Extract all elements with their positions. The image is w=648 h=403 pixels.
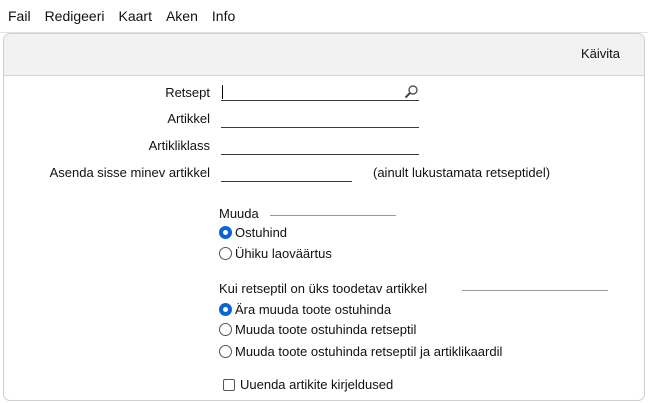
single-option-change-recipe[interactable]: Muuda toote ostuhinda retseptil — [219, 322, 416, 337]
search-icon[interactable] — [403, 84, 419, 100]
item-class-field[interactable] — [221, 138, 419, 155]
group-divider — [462, 290, 608, 291]
menu-bar: Fail Redigeeri Kaart Aken Info — [0, 0, 648, 33]
radio-icon — [219, 345, 232, 358]
single-item-group-title: Kui retseptil on üks toodetav artikkel — [219, 281, 428, 296]
replace-item-label: Asenda sisse minev artikkel — [49, 165, 210, 180]
checkbox-icon — [223, 378, 235, 391]
toolbar: Käivita — [4, 34, 644, 76]
text-caret — [222, 85, 223, 99]
item-label: Artikkel — [167, 111, 210, 126]
menu-edit[interactable]: Redigeeri — [38, 8, 112, 24]
single-option-change-recipe-and-card[interactable]: Muuda toote ostuhinda retseptil ja artik… — [219, 344, 502, 359]
recipe-field[interactable] — [221, 84, 419, 101]
menu-card[interactable]: Kaart — [112, 8, 159, 24]
recipe-label: Retsept — [165, 85, 210, 100]
radio-selected-icon — [219, 303, 232, 316]
change-option-unit-stock-value[interactable]: Ühiku laoväärtus — [219, 246, 332, 261]
item-class-label: Artikliklass — [148, 138, 210, 153]
group-divider — [270, 215, 396, 216]
menu-file[interactable]: Fail — [0, 8, 38, 24]
menu-info[interactable]: Info — [205, 8, 242, 24]
radio-icon — [219, 247, 232, 260]
run-button[interactable]: Käivita — [581, 46, 620, 61]
update-descriptions-checkbox[interactable]: Uuenda artikite kirjeldused — [223, 377, 393, 392]
change-group-title: Muuda — [219, 206, 259, 221]
radio-icon — [219, 323, 232, 336]
replace-item-field[interactable] — [221, 165, 352, 182]
maintenance-window: Käivita Retsept Artikkel Artikliklass As… — [3, 33, 645, 401]
radio-selected-icon — [219, 226, 232, 239]
change-option-purchase-price[interactable]: Ostuhind — [219, 225, 287, 240]
item-field[interactable] — [221, 111, 419, 128]
single-option-dont-change[interactable]: Ära muuda toote ostuhinda — [219, 302, 391, 317]
menu-window[interactable]: Aken — [159, 8, 205, 24]
replace-note: (ainult lukustamata retseptidel) — [373, 165, 551, 180]
